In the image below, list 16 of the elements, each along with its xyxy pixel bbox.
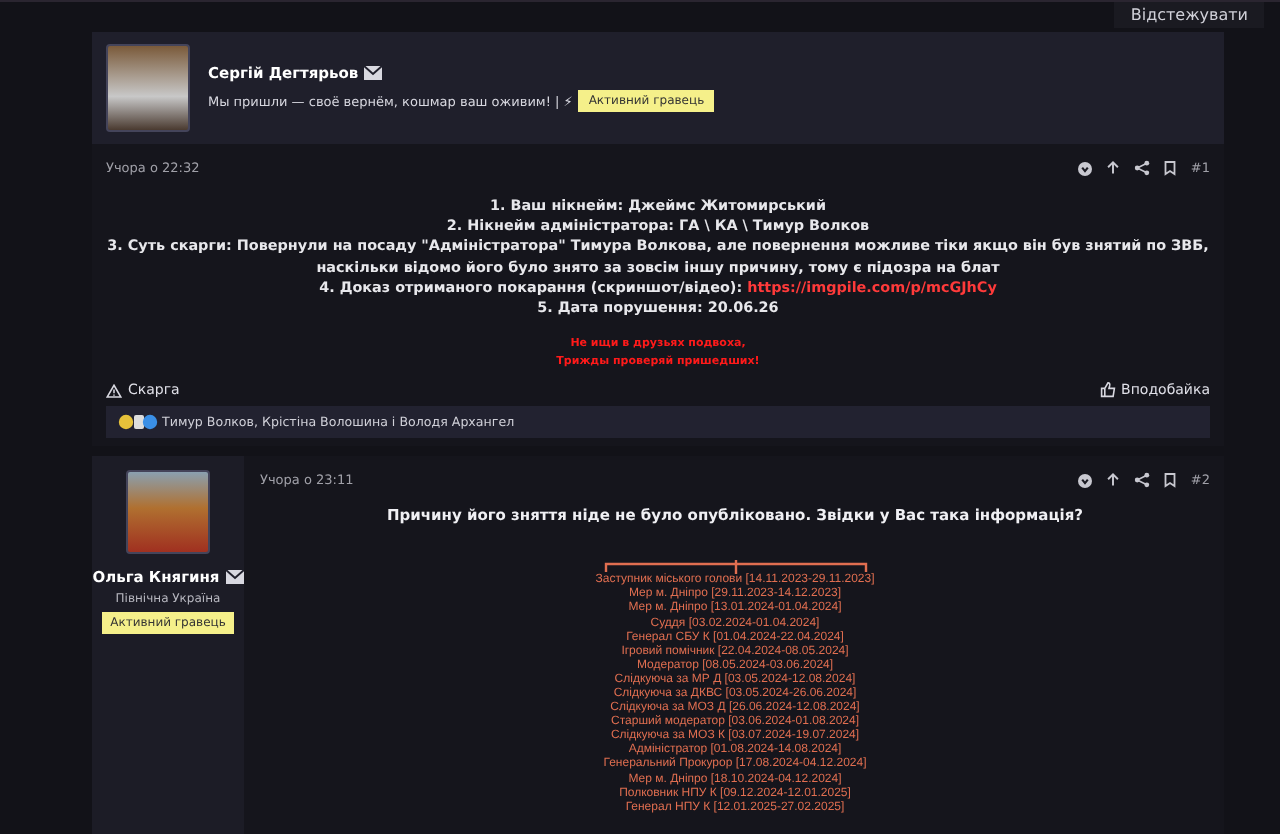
follow-button[interactable]: Відстежувати [1114,2,1264,28]
thumbs-up-icon [1099,382,1116,399]
avatar-photo-placeholder [106,44,190,132]
avatar-photo-placeholder [126,470,210,555]
bookmark-icon[interactable] [1164,472,1177,489]
share-icon[interactable] [1134,160,1151,176]
envelope-icon [364,66,383,80]
bracket-divider-icon [603,560,867,575]
reaction-emoji-icon [118,414,158,431]
bookmark-icon[interactable] [1164,160,1177,176]
share-icon[interactable] [1134,472,1151,489]
reaction-icon[interactable] [1078,473,1093,488]
arrow-up-icon[interactable] [1106,160,1121,176]
arrow-up-icon[interactable] [1106,472,1121,489]
reaction-icon[interactable] [1078,161,1093,175]
warning-icon [106,383,122,398]
